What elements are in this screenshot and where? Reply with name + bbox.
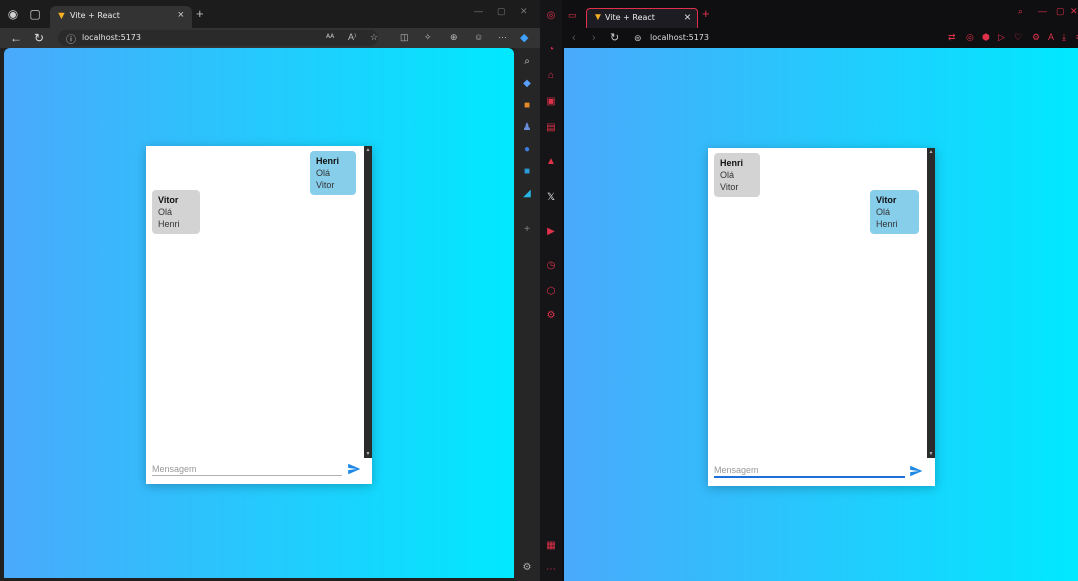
profile-icon[interactable]: ◉ bbox=[6, 7, 20, 21]
firefox-tab-title: Vite + React bbox=[605, 13, 655, 22]
message-bubble-own: Henri Olá Vitor bbox=[310, 151, 356, 195]
download-icon[interactable]: ⤓ bbox=[1062, 32, 1066, 43]
read-aloud-icon[interactable]: A⁾ bbox=[348, 32, 356, 43]
settings-icon[interactable]: ⚙ bbox=[521, 562, 533, 574]
maximize-icon[interactable]: ▢ bbox=[1056, 6, 1065, 17]
firefox-address-bar: ‹ › ↻ ⊜ localhost:5173 ⇄ ◎ ⬢ ▷ ♡ ⚙ A ⤓ ≡ bbox=[562, 28, 1078, 48]
people-icon[interactable]: ♟ bbox=[521, 122, 533, 134]
firefox-tab-bar: ▭ ▼ Vite + React × + ⌕ — ▢ ✕ bbox=[562, 0, 1078, 28]
screenshot-icon[interactable]: ◎ bbox=[966, 32, 974, 43]
favorite-icon[interactable]: ☆ bbox=[370, 32, 378, 43]
send-app-icon[interactable]: ◢ bbox=[521, 188, 533, 200]
scroll-down-icon[interactable]: ▼ bbox=[927, 450, 935, 458]
minimize-icon[interactable]: — bbox=[474, 6, 483, 16]
message-input[interactable] bbox=[714, 464, 905, 478]
close-window-icon[interactable]: ✕ bbox=[1070, 6, 1078, 17]
new-tab-icon[interactable]: + bbox=[196, 7, 204, 20]
close-window-icon[interactable]: ✕ bbox=[520, 6, 528, 17]
message-sender: Vitor bbox=[876, 195, 897, 205]
send-icon[interactable] bbox=[347, 462, 361, 476]
extensions-icon[interactable]: ✧ bbox=[424, 32, 432, 43]
search-icon[interactable]: ⌕ bbox=[521, 56, 533, 68]
extensions-icon[interactable]: ⚙ bbox=[1032, 32, 1040, 43]
edge-url-text: localhost:5173 bbox=[82, 33, 141, 42]
message-bubble-other: Henri Olá Vitor bbox=[714, 153, 760, 197]
history-icon[interactable]: ◷ bbox=[545, 260, 557, 272]
firefox-tab[interactable]: ▼ Vite + React × bbox=[586, 8, 698, 28]
message-text: Olá Vitor bbox=[316, 168, 335, 190]
split-screen-icon[interactable]: ◫ bbox=[400, 32, 409, 43]
new-tab-icon[interactable]: + bbox=[702, 7, 710, 20]
vite-favicon-icon: ▼ bbox=[593, 12, 603, 23]
edge-tab-title: Vite + React bbox=[70, 11, 120, 20]
site-info-icon[interactable]: ⊜ bbox=[634, 31, 642, 45]
message-sender: Vitor bbox=[158, 195, 179, 205]
maximize-icon[interactable]: ▢ bbox=[497, 6, 506, 17]
search-tabs-icon[interactable]: ⌕ bbox=[1018, 6, 1023, 17]
shopping-icon[interactable]: ■ bbox=[521, 100, 533, 112]
arc-icon[interactable]: ▲ bbox=[545, 156, 557, 168]
refresh-icon[interactable]: ↻ bbox=[34, 31, 44, 45]
refresh-icon[interactable]: ↻ bbox=[610, 31, 619, 45]
scroll-up-icon[interactable]: ▲ bbox=[364, 146, 372, 154]
edge-address-bar: ← ↻ ⓘ localhost:5173 ᴬᴬ A⁾ ☆ ◫ ✧ ⊕ ☺ ⋯ ◆ bbox=[0, 28, 540, 48]
send-tab-icon[interactable]: ▷ bbox=[998, 32, 1005, 43]
edge-sidebar: ⌕ ◆ ■ ♟ ● ■ ◢ + ⚙ bbox=[514, 48, 540, 581]
firefox-url-text[interactable]: localhost:5173 bbox=[650, 33, 709, 42]
back-icon[interactable]: ‹ bbox=[572, 31, 576, 45]
close-tab-icon[interactable]: × bbox=[684, 10, 691, 24]
bag-icon[interactable]: ⌂ bbox=[545, 70, 557, 82]
chat-scrollbar[interactable]: ▲ ▼ bbox=[927, 148, 935, 458]
tag-icon[interactable]: ◆ bbox=[521, 78, 533, 90]
x-icon[interactable]: 𝕏 bbox=[545, 192, 557, 204]
message-text: Olá Henri bbox=[158, 207, 180, 229]
chat-scrollbar[interactable]: ▲ ▼ bbox=[364, 146, 372, 458]
heart-icon[interactable]: ♡ bbox=[1014, 32, 1022, 43]
message-text: Olá Henri bbox=[876, 207, 898, 229]
edge-tab-bar: ◉ ▢ ▼ Vite + React × + — ▢ ✕ bbox=[0, 0, 540, 28]
forward-icon[interactable]: › bbox=[592, 31, 596, 45]
send-icon[interactable] bbox=[909, 464, 923, 478]
profile-sync-icon[interactable]: ☺ bbox=[474, 32, 483, 42]
settings-gear-icon[interactable]: ⚙ bbox=[545, 310, 557, 322]
message-sender: Henri bbox=[720, 158, 744, 168]
speed-dial-icon[interactable]: ◔ bbox=[545, 44, 557, 56]
message-bubble-other: Vitor Olá Henri bbox=[152, 190, 200, 234]
edge-window: ◉ ▢ ▼ Vite + React × + — ▢ ✕ ← ↻ ⓘ local… bbox=[0, 0, 540, 581]
outlook-icon[interactable]: ■ bbox=[521, 166, 533, 178]
reader-icon[interactable]: ᴬᴬ bbox=[326, 32, 334, 42]
calendar-icon[interactable]: ▤ bbox=[545, 122, 557, 134]
cube-icon[interactable]: ⬡ bbox=[545, 286, 557, 298]
site-info-icon[interactable]: ⓘ bbox=[66, 31, 76, 46]
play-icon[interactable]: ▶ bbox=[545, 226, 557, 238]
copilot-icon[interactable]: ◆ bbox=[520, 31, 528, 44]
scroll-down-icon[interactable]: ▼ bbox=[364, 450, 372, 458]
message-bubble-own: Vitor Olá Henri bbox=[870, 190, 919, 234]
vite-favicon-icon: ▼ bbox=[56, 10, 67, 22]
collections-icon[interactable]: ⊕ bbox=[450, 32, 458, 43]
chat-card: ▲ ▼ Henri Olá Vitor Vitor Olá Henri bbox=[146, 146, 372, 484]
browser-logo-icon[interactable]: ◎ bbox=[545, 10, 557, 22]
translate-icon[interactable]: A bbox=[1048, 32, 1054, 42]
minimize-icon[interactable]: — bbox=[1038, 6, 1047, 16]
more-dots-icon[interactable]: ⋯ bbox=[545, 564, 557, 576]
panel-icon[interactable]: ▦ bbox=[545, 540, 557, 552]
twitch-icon[interactable]: ▣ bbox=[545, 96, 557, 108]
add-sidebar-icon[interactable]: + bbox=[521, 224, 533, 236]
message-sender: Henri bbox=[316, 156, 340, 166]
tab-actions-icon[interactable]: ▢ bbox=[28, 7, 42, 21]
firefox-side-strip: ◎ ◔ ⌂ ▣ ▤ ▲ 𝕏 ▶ ◷ ⬡ ⚙ ▦ ⋯ bbox=[540, 0, 562, 581]
scroll-up-icon[interactable]: ▲ bbox=[927, 148, 935, 156]
adblock-icon[interactable]: ⬢ bbox=[982, 32, 990, 43]
message-text: Olá Vitor bbox=[720, 170, 739, 192]
share-icon[interactable]: ⇄ bbox=[948, 32, 956, 43]
shield-icon[interactable]: ● bbox=[521, 144, 533, 156]
close-tab-icon[interactable]: × bbox=[178, 9, 184, 21]
chat-card: ▲ ▼ Henri Olá Vitor Vitor Olá Henri bbox=[708, 148, 935, 486]
edge-tab[interactable]: ▼ Vite + React × bbox=[50, 6, 192, 28]
tab-list-icon[interactable]: ▭ bbox=[568, 10, 577, 21]
back-icon[interactable]: ← bbox=[10, 31, 22, 45]
message-input[interactable] bbox=[152, 462, 342, 476]
more-icon[interactable]: ⋯ bbox=[498, 32, 507, 43]
